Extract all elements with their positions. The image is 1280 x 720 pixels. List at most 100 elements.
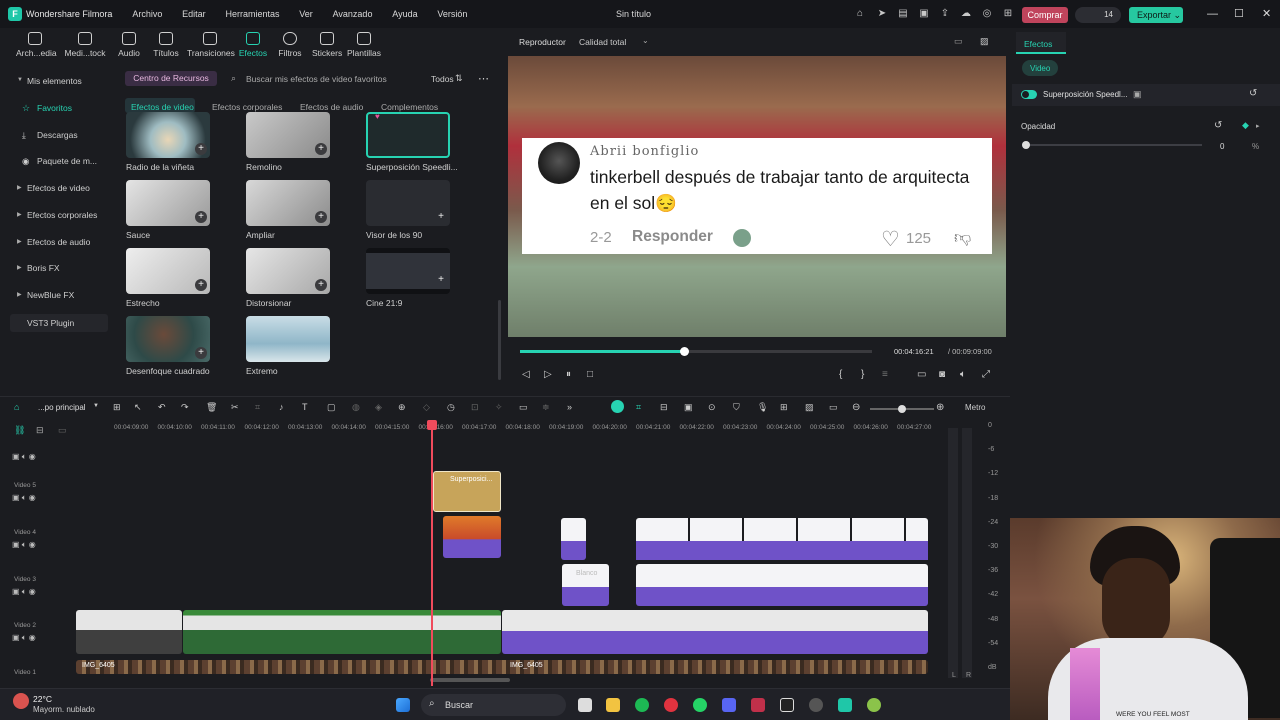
undo-icon[interactable]: ↶ [158,402,166,413]
transform-icon[interactable]: ▢ [327,402,336,413]
filmora-taskbar-icon[interactable] [838,698,852,712]
fullscreen-icon[interactable]: ⤢ [982,369,990,380]
snap-icon[interactable]: ⌗ [636,402,641,413]
nav-favorites[interactable]: Favoritos [37,103,72,113]
app-icon[interactable] [867,698,881,712]
menu-avanzado[interactable]: Avanzado [333,9,373,19]
ripple-icon[interactable]: ⊟ [660,402,668,413]
tool-stickers[interactable]: Stickers [312,32,342,58]
add-icon[interactable]: + [315,143,327,155]
track-height-icon[interactable]: ▭ [58,425,67,436]
close-icon[interactable]: ✕ [1262,8,1271,20]
add-icon[interactable]: + [195,279,207,291]
pause-icon[interactable]: ⏸︎ [566,369,571,380]
adjust-icon[interactable]: ≑ [542,402,550,413]
effect-thumb-zoom[interactable]: + [246,180,330,226]
tab-audio-effects[interactable]: Efectos de audio [300,102,363,112]
freeze-icon[interactable]: ✧ [495,402,503,413]
crop-icon[interactable]: ⌗ [255,402,260,413]
add-icon[interactable]: + [195,143,207,155]
redo-icon[interactable]: ↷ [181,402,189,413]
tool-filters[interactable]: Filtros [276,32,304,58]
tab-body-effects[interactable]: Efectos corporales [212,102,282,112]
track-icons[interactable]: ▣ 🔈︎ ◉ [12,540,36,550]
more-tools-icon[interactable]: » [567,402,572,412]
list-icon[interactable]: ≡ [882,369,888,380]
add-icon[interactable]: + [195,347,207,359]
speed-icon[interactable]: ⊕ [398,402,406,413]
sticker-clip[interactable] [443,516,501,558]
stop-icon[interactable]: □ [587,369,593,380]
app-icon[interactable] [751,698,765,712]
nav-boris-fx[interactable]: Boris FX [27,263,60,273]
nav-audio-effects[interactable]: Efectos de audio [27,237,90,247]
camera-icon[interactable]: ◙ [939,369,945,380]
menu-ver[interactable]: Ver [299,9,313,19]
blanco-clip[interactable]: Blanco [562,564,609,606]
taskbar-search[interactable]: ⌕ Buscar [421,694,566,716]
filter-dropdown[interactable]: Todos [431,74,454,84]
snapshot-icon[interactable]: ▨ [980,36,989,47]
credits-badge[interactable]: 14 [1075,7,1121,23]
cloud-icon[interactable]: ☁ [960,8,972,20]
effect-clip[interactable]: Superposici... [433,471,501,512]
nav-video-effects[interactable]: Efectos de video [27,183,90,193]
spotify-icon[interactable] [635,698,649,712]
link-icon[interactable]: ⛓︎ [14,425,25,436]
steam-icon[interactable] [809,698,823,712]
crop-zoom-icon[interactable]: ▭ [519,402,528,413]
playhead[interactable] [431,420,433,686]
project-selector[interactable]: ...po principal [38,403,86,412]
add-icon[interactable]: + [435,211,447,223]
effects-search-input[interactable]: Buscar mis efectos de video favoritos [246,74,387,84]
maximize-icon[interactable]: ☐ [1234,8,1244,20]
effect-thumb-square-blur[interactable]: + [126,316,210,362]
meter-toggle[interactable]: Metro [965,403,985,412]
cut-icon[interactable]: ✂ [231,402,239,413]
upload-icon[interactable]: ⇪ [939,8,951,20]
keyframe-icon[interactable]: ◆ [1242,120,1249,131]
add-icon[interactable]: + [435,274,447,286]
magnet-icon[interactable] [611,400,624,413]
timer-icon[interactable]: ◷ [447,402,455,413]
epic-games-icon[interactable] [780,698,794,712]
quality-dropdown[interactable]: Calidad total [579,37,626,47]
progress-knob[interactable] [680,347,690,356]
blanco-clip-group[interactable] [636,564,928,606]
volume-icon[interactable]: 🔈︎ [960,369,966,380]
effect-thumb-cinema[interactable]: + [366,248,450,294]
send-icon[interactable]: ➤ [876,8,888,20]
effect-thumb-distort[interactable]: + [246,248,330,294]
stabilize-icon[interactable]: ⊡ [471,402,479,413]
nav-newblue-fx[interactable]: NewBlue FX [27,290,74,300]
clipboard-icon[interactable]: ▤ [897,8,909,20]
track-settings-icon[interactable]: ⊟ [36,425,44,436]
track-icons[interactable]: ▣ 🔈︎ ◉ [12,633,36,643]
add-icon[interactable]: + [315,279,327,291]
menu-version[interactable]: Versión [437,9,467,19]
keyframe-icon[interactable]: ◇ [423,402,430,413]
text-icon[interactable]: T [302,402,308,412]
prev-frame-icon[interactable]: ◁ [522,369,530,380]
opera-icon[interactable] [664,698,678,712]
menu-editar[interactable]: Editar [182,9,206,19]
mask-icon[interactable]: ◍ [352,402,360,413]
tool-templates[interactable]: Plantillas [347,32,381,58]
video2-clip[interactable] [76,610,182,654]
resource-center-button[interactable]: Centro de Recursos [125,71,217,86]
reset-icon[interactable]: ↺ [1214,120,1222,131]
gift-icon[interactable]: ⌂ [854,8,866,20]
audio-icon[interactable]: ♪ [279,402,284,412]
playhead-handle[interactable] [427,420,437,430]
add-icon[interactable]: + [315,211,327,223]
opacity-knob[interactable] [1022,141,1030,149]
menu-herramientas[interactable]: Herramientas [225,9,279,19]
sort-icon[interactable]: ⇅ [455,73,463,84]
tab-addons[interactable]: Complementos [381,102,438,112]
reset-icon[interactable]: ↺ [1249,88,1257,99]
track-icons[interactable]: ▣ 🔈︎ ◉ [12,587,36,597]
menu-archivo[interactable]: Archivo [132,9,162,19]
zoom-in-icon[interactable]: ⊕ [936,402,944,413]
weather-icon[interactable] [13,693,29,709]
effect-thumb-90s[interactable]: + [366,180,450,226]
